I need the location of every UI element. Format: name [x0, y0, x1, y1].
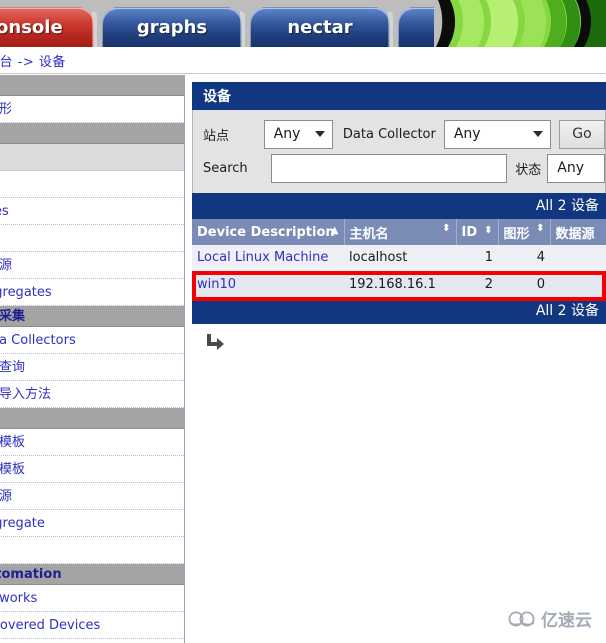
browser-page: console graphs nectar clog: [0, 0, 606, 643]
watermark-text: 亿速云: [541, 611, 592, 631]
main-content: 设备 站点 Any Data Collector Any Go Search 状…: [192, 82, 606, 643]
site-select-value: Any: [273, 126, 301, 142]
corner-arrow-icon: [207, 333, 224, 350]
sidebar-item-data-queries[interactable]: 据查询: [0, 354, 184, 381]
sidebar-item-new-graphs[interactable]: 图形: [0, 96, 184, 123]
cell-hostname: 192.168.16.1: [344, 271, 456, 298]
sort-none-icon: ⬍: [442, 222, 451, 234]
data-collector-select[interactable]: Any: [443, 119, 551, 149]
status-select-value: Any: [557, 160, 585, 176]
sidebar-item-aggregates[interactable]: ggregates: [0, 279, 184, 306]
select-action-arrow[interactable]: [192, 324, 606, 364]
status-label: 状态: [515, 162, 542, 178]
sidebar-item-sites[interactable]: 点: [0, 171, 184, 198]
device-link[interactable]: win10: [197, 277, 236, 292]
cell-hostname: localhost: [344, 245, 456, 272]
data-collector-label: Data Collector: [342, 126, 436, 142]
column-header-id[interactable]: ⬍ ID: [456, 219, 499, 245]
tab-nectar[interactable]: nectar: [250, 7, 393, 47]
column-header-hostname[interactable]: ⬍ 主机名: [344, 219, 457, 245]
sidebar-header-automation: utomation: [0, 564, 184, 585]
table-row[interactable]: Local Linux Machine localhost 1 4 5: [192, 245, 606, 272]
column-header-device-description-label: Device Description: [197, 224, 335, 240]
filter-row-search: Search 状态 Any: [193, 151, 605, 185]
sidebar-header-management: 理: [0, 123, 184, 144]
column-header-id-label: ID: [461, 224, 478, 240]
tab-graphs[interactable]: graphs: [102, 7, 245, 47]
cell-datasources: 0: [550, 271, 606, 298]
sidebar-item-trees[interactable]: ees: [0, 198, 184, 225]
device-link[interactable]: Local Linux Machine: [197, 250, 328, 265]
search-input[interactable]: [270, 153, 508, 183]
breadcrumb-root[interactable]: 制台: [0, 55, 13, 70]
sidebar-item-discovered-devices[interactable]: scovered Devices: [0, 612, 184, 639]
tab-console-label: console: [0, 17, 63, 38]
sidebar-item-device-rules[interactable]: evice Rules: [0, 639, 184, 643]
cloud-icon: [507, 610, 537, 628]
breadcrumb-current[interactable]: 设备: [39, 55, 66, 70]
sidebar-header-templates: 板: [0, 408, 184, 429]
search-label: Search: [203, 160, 248, 176]
column-header-graphs[interactable]: ⬍ 图形: [498, 219, 551, 245]
sort-none-icon: ⬍: [484, 224, 493, 236]
sidebar-item-data-source-templates[interactable]: 据源: [0, 483, 184, 510]
sidebar-navigation: 建 图形 理 备 点 ees 形 据源 ggregates 据采集 ata Co…: [0, 75, 185, 643]
chevron-down-icon: [533, 131, 543, 137]
sidebar-item-data-sources[interactable]: 据源: [0, 252, 184, 279]
cell-id: 1: [456, 245, 498, 272]
sidebar-item-graph-templates[interactable]: 形模板: [0, 456, 184, 483]
tab-nectar-label: nectar: [287, 17, 353, 38]
sort-none-icon: ⬍: [536, 222, 545, 234]
site-label: 站点: [203, 128, 230, 144]
devices-table-container: All 2 设备 ▲ Device Description ⬍ 主机名 ⬍ ID…: [192, 193, 606, 364]
status-select[interactable]: Any: [547, 153, 605, 183]
breadcrumb-separator: ->: [17, 54, 35, 70]
tab-graphs-label: graphs: [136, 17, 208, 38]
cell-device-description[interactable]: Local Linux Machine: [192, 245, 344, 272]
sidebar-item-devices[interactable]: 备: [0, 144, 184, 171]
table-row[interactable]: win10 192.168.16.1 2 0 0: [192, 271, 606, 298]
data-collector-select-value: Any: [453, 126, 481, 142]
chevron-down-icon: [314, 131, 325, 137]
sidebar-item-graphs[interactable]: 形: [0, 225, 184, 252]
sidebar-item-data-collectors[interactable]: ata Collectors: [0, 327, 184, 354]
cacti-logo-graphic: [434, 0, 606, 47]
table-header-row: ▲ Device Description ⬍ 主机名 ⬍ ID ⬍ 图形 数据源: [192, 219, 606, 245]
watermark: 亿速云: [507, 606, 592, 631]
sidebar-header-collection: 据采集: [0, 306, 184, 327]
sidebar-header-create: 建: [0, 75, 184, 96]
go-button-label: Go: [572, 126, 592, 142]
column-header-graphs-label: 图形: [503, 226, 530, 242]
page-title: 设备: [192, 82, 606, 110]
sidebar-item-aggregate-templates[interactable]: ggregate: [0, 510, 184, 537]
cell-graphs: 0: [498, 271, 550, 298]
filter-row-primary: 站点 Any Data Collector Any Go: [193, 117, 605, 151]
sidebar-item-colors[interactable]: 色: [0, 537, 184, 564]
column-header-device-description[interactable]: ▲ Device Description: [192, 219, 345, 245]
column-header-datasources-label: 数据源: [555, 226, 595, 242]
go-button[interactable]: Go: [559, 119, 605, 149]
cell-graphs: 4: [498, 245, 550, 272]
cell-datasources: 5: [550, 245, 606, 272]
sidebar-item-data-input-methods[interactable]: 据导入方法: [0, 381, 184, 408]
table-count-top: All 2 设备: [192, 193, 606, 219]
site-select[interactable]: Any: [263, 119, 333, 149]
column-header-datasources[interactable]: ⬍ 数据源: [550, 219, 606, 245]
devices-table: ▲ Device Description ⬍ 主机名 ⬍ ID ⬍ 图形 数据源…: [192, 219, 606, 298]
sidebar-item-networks[interactable]: etworks: [0, 585, 184, 612]
breadcrumb-trail: 制台 -> 设备: [0, 51, 66, 70]
breadcrumb: 制台 -> 设备: [0, 47, 606, 74]
sidebar-item-device-templates[interactable]: 备模板: [0, 429, 184, 456]
top-tab-bar: console graphs nectar clog: [0, 0, 606, 47]
cell-id: 2: [456, 271, 498, 298]
cell-device-description[interactable]: win10: [192, 271, 344, 298]
column-header-hostname-label: 主机名: [349, 226, 389, 242]
filter-panel: 站点 Any Data Collector Any Go Search 状态 A…: [192, 110, 606, 193]
table-count-bottom: All 2 设备: [192, 297, 606, 324]
tab-console[interactable]: console: [0, 7, 97, 47]
